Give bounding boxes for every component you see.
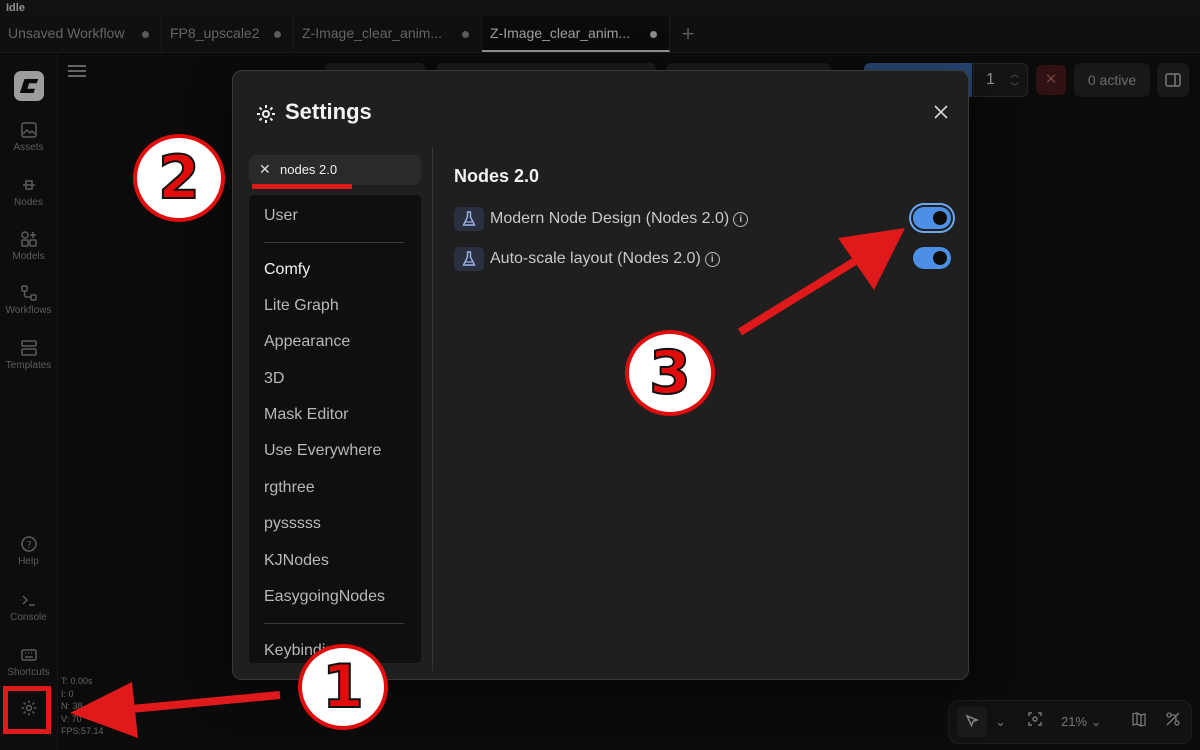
arrow-to-settings	[70, 682, 281, 738]
annotation-arrows	[70, 228, 905, 738]
arrow-to-toggle	[737, 228, 905, 336]
